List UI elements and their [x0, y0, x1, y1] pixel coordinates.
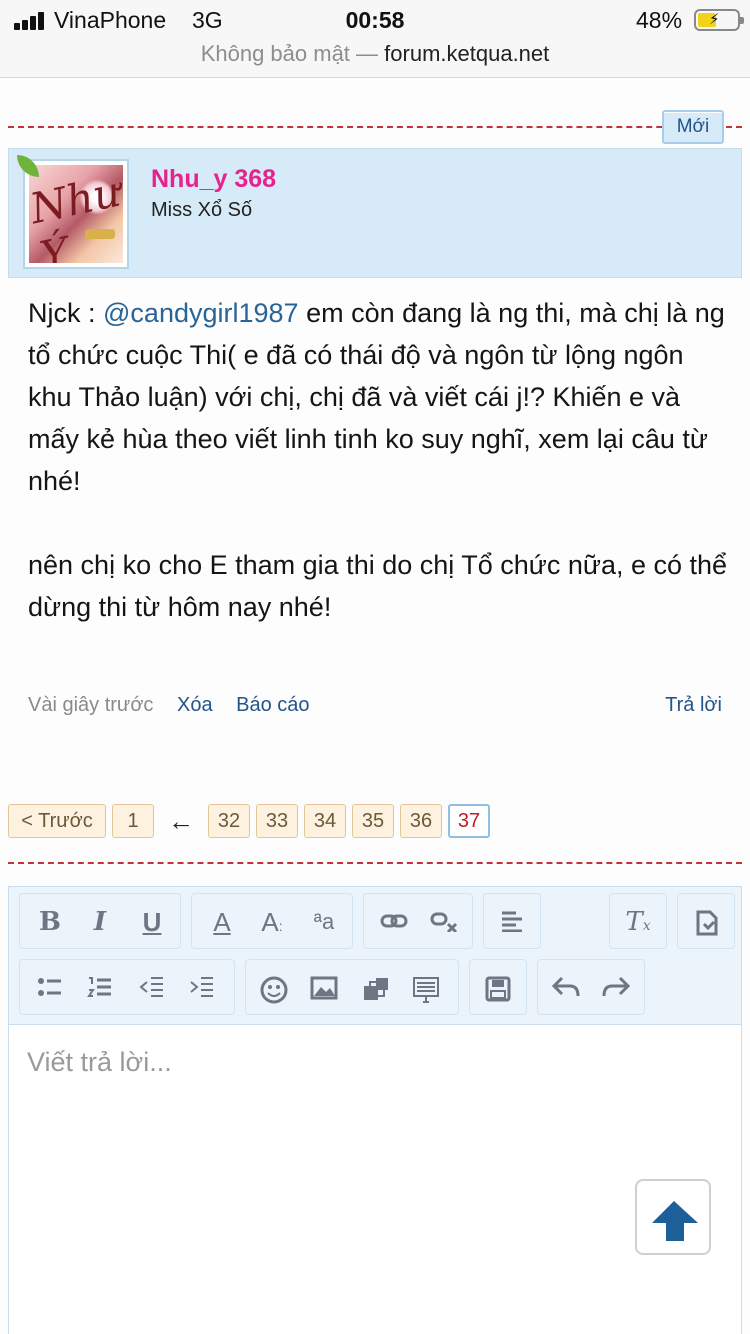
page-link[interactable]: 33 — [256, 804, 298, 838]
delete-link[interactable]: Xóa — [177, 694, 213, 716]
align-group — [483, 893, 541, 949]
outdent-icon[interactable] — [132, 968, 172, 1008]
history-group — [537, 959, 645, 1015]
bullet-list-icon[interactable] — [30, 968, 70, 1008]
redo-icon[interactable] — [596, 968, 636, 1008]
reply-link[interactable]: Trả lời — [665, 694, 722, 717]
underline-icon[interactable]: U — [132, 902, 172, 942]
font-size-icon[interactable]: A: — [252, 902, 292, 942]
media-icon[interactable] — [356, 968, 396, 1008]
post-timestamp: Vài giây trước — [28, 694, 154, 716]
save-draft-icon[interactable] — [478, 968, 518, 1008]
username-link[interactable]: Nhu_y 368 — [151, 165, 276, 194]
image-icon[interactable] — [304, 968, 344, 1008]
remove-format-icon[interactable]: Tx — [618, 902, 658, 942]
insert-group — [245, 959, 459, 1015]
page-link[interactable]: 1 — [112, 804, 154, 838]
numbered-list-icon[interactable] — [80, 968, 120, 1008]
page-gap-arrow: ← — [168, 806, 194, 836]
battery-icon: ⚡ — [694, 9, 744, 31]
page-link[interactable]: 36 — [400, 804, 442, 838]
post-content: Njck : @candygirl1987 em còn đang là ng … — [28, 292, 728, 628]
scroll-to-top-button[interactable] — [635, 1179, 711, 1255]
divider — [8, 862, 742, 864]
restore-draft-icon[interactable] — [686, 902, 726, 942]
editor-toolbar: B I U A A: ªa Tx — [9, 887, 741, 1025]
post-paragraph: nên chị ko cho E tham gia thi do chị Tổ … — [28, 550, 728, 622]
page-link[interactable]: 35 — [352, 804, 394, 838]
text-style-group: B I U — [19, 893, 181, 949]
smiley-icon[interactable] — [254, 968, 294, 1008]
font-family-icon[interactable]: ªa — [304, 902, 344, 942]
format-group: Tx — [609, 893, 667, 949]
post-prefix: Njck : — [28, 298, 96, 328]
prev-page-button[interactable]: < Trước — [8, 804, 106, 838]
undo-icon[interactable] — [546, 968, 586, 1008]
page-link[interactable]: 34 — [304, 804, 346, 838]
address-bar[interactable]: Không bảo mật — forum.ketqua.net — [0, 40, 750, 78]
page-domain: forum.ketqua.net — [384, 41, 550, 66]
reply-textarea[interactable]: Viết trả lời... — [27, 1047, 172, 1078]
reply-editor: B I U A A: ªa Tx Viết trả lời... — [8, 886, 742, 1334]
indent-icon[interactable] — [182, 968, 222, 1008]
bold-icon[interactable]: B — [30, 902, 70, 942]
save-group — [469, 959, 527, 1015]
report-link[interactable]: Báo cáo — [236, 694, 309, 716]
battery-percent: 48% — [636, 7, 683, 33]
page-link[interactable]: 32 — [208, 804, 250, 838]
status-bar: VinaPhone 3G 00:58 48% ⚡ — [0, 0, 750, 40]
quote-icon[interactable] — [406, 968, 446, 1008]
divider — [8, 126, 742, 128]
post-paragraph: Njck : @candygirl1987 em còn đang là ng … — [28, 292, 728, 502]
font-group: A A: ªa — [191, 893, 353, 949]
text-color-icon[interactable]: A — [202, 902, 242, 942]
link-icon[interactable] — [374, 902, 414, 942]
link-group — [363, 893, 473, 949]
draft-group — [677, 893, 735, 949]
list-group — [19, 959, 235, 1015]
arrow-up-icon — [652, 1201, 698, 1241]
mention-link[interactable]: @candygirl1987 — [103, 298, 299, 328]
new-post-badge: Mới — [662, 110, 724, 144]
security-label: Không bảo mật — — [200, 41, 379, 66]
user-title: Miss Xổ Số — [151, 199, 253, 221]
align-icon[interactable] — [492, 902, 532, 942]
post-author-header: Như Ý Nhu_y 368 Miss Xổ Số — [8, 148, 742, 278]
post-actions: Vài giây trước Xóa Báo cáo Trả lời — [28, 694, 722, 722]
italic-icon[interactable]: I — [80, 902, 120, 942]
current-page[interactable]: 37 — [448, 804, 490, 838]
unlink-icon[interactable] — [424, 902, 464, 942]
